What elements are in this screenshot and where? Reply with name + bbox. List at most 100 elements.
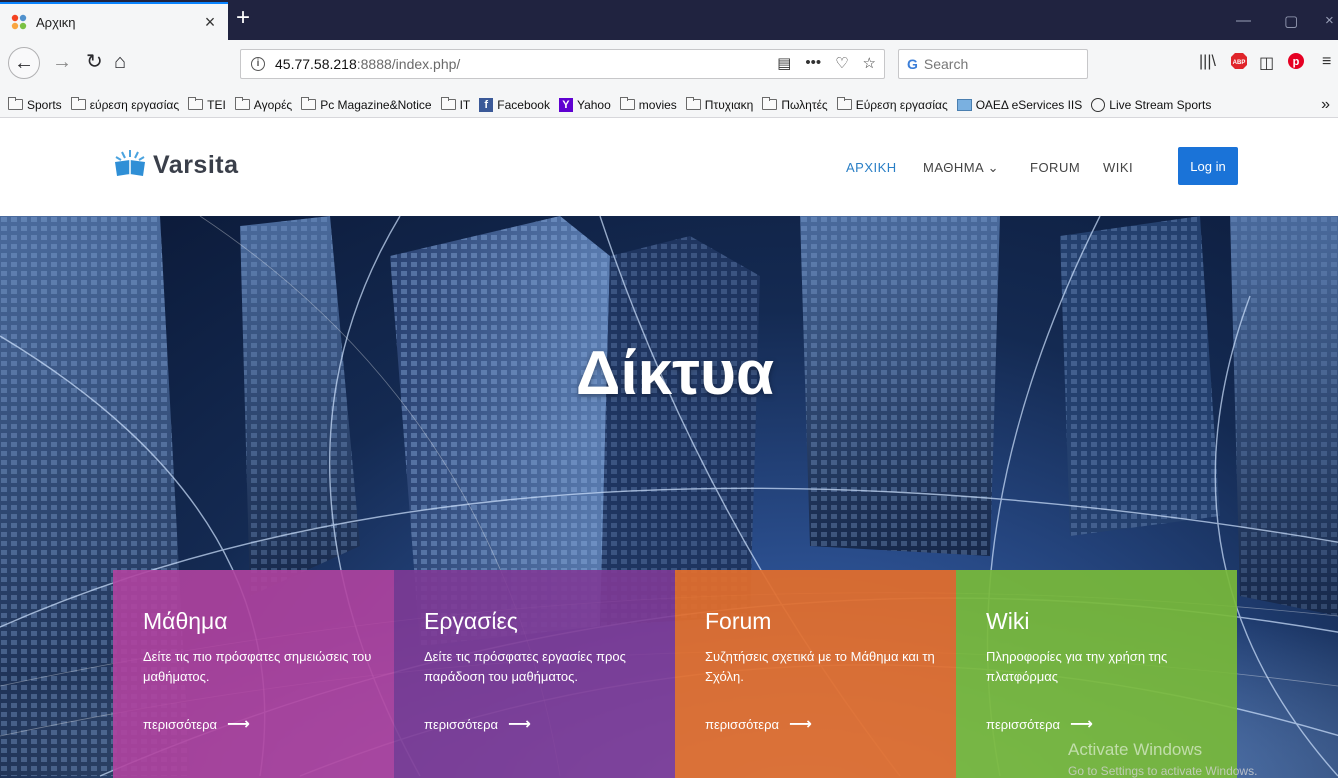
arrow-right-icon: ⟶ [788,716,812,733]
site-logo[interactable]: Varsita [113,148,239,183]
card-title: Μάθημα [143,608,228,634]
arrow-right-icon: ⟶ [507,716,531,733]
url-path: :8888/index.php/ [356,56,461,72]
bookmark-label: Pc Magazine&Notice [320,97,432,112]
card-text: Δείτε τις πρόσφατες εργασίες προς παράδο… [424,649,626,684]
logo-text: Varsita [153,151,239,179]
bookmark-item[interactable]: movies [619,97,677,112]
nav-course[interactable]: ΜΑΘΗΜΑ ⌄ [923,160,999,176]
folder-icon [234,97,250,110]
page-icon [956,98,972,111]
activate-windows-title: Activate Windows [1068,740,1203,759]
home-icon[interactable]: ⌂ [114,51,126,73]
page-actions-icon[interactable]: ••• [805,54,821,72]
maximize-icon[interactable]: ▢ [1284,12,1298,30]
hero-banner: Δίκτυα Μάθημα Δείτε τις πιο πρόσφατες ση… [0,216,1338,778]
bookmark-item[interactable]: Pc Magazine&Notice [301,97,432,112]
card-more-link[interactable]: περισσότερα ⟶ [705,714,812,734]
bookmark-label: IT [459,97,471,112]
card-more-link[interactable]: περισσότερα ⟶ [986,714,1093,734]
url-bar[interactable]: i 45.77.58.218:8888/index.php/ ▤ ••• ♡ ☆ [240,49,885,79]
folder-icon [685,97,701,110]
facebook-icon: f [479,97,494,112]
bookmark-item[interactable]: IT [440,97,471,112]
bookmark-label: Facebook [497,97,550,112]
yahoo-icon: Y [558,97,573,112]
svg-text:p: p [1293,56,1300,68]
bookmark-label: Αγορές [253,97,293,112]
back-arrow-icon[interactable]: ← [8,47,40,79]
bookmark-star-icon[interactable]: ☆ [863,54,876,72]
adblock-icon[interactable]: ABP [1230,52,1248,75]
browser-tabstrip: Αρχικη × + — ▢ × [0,0,1338,40]
browser-toolbar: ← → ↻ ⌂ i 45.77.58.218:8888/index.php/ ▤… [0,40,1338,92]
card-title: Εργασίες [424,608,518,634]
folder-icon [836,97,852,110]
card-title: Forum [705,608,772,634]
folder-icon [188,97,204,110]
bookmark-item[interactable]: Πωλητές [762,97,828,112]
card-text: Δείτε τις πιο πρόσφατες σημειώσεις του μ… [143,649,372,684]
arrow-right-icon: ⟶ [1069,716,1093,733]
tab-title: Αρχικη [36,14,76,30]
bookmarks-bar: Sports εύρεση εργασίας TEI Αγορές Pc Mag… [0,92,1338,118]
bookmark-item[interactable]: Πτυχιακη [685,97,753,112]
more-label: περισσότερα [986,716,1060,732]
bookmark-label: Πωλητές [781,97,828,112]
forward-arrow-icon[interactable]: → [52,51,72,73]
card-forum: Forum Συζητήσεις σχετικά με το Μάθημα κα… [675,570,956,778]
new-tab-icon[interactable]: + [236,6,250,30]
bookmark-item[interactable]: Sports [8,97,62,112]
folder-icon [70,97,86,110]
bookmark-item[interactable]: εύρεση εργασίας [70,97,180,112]
bookmark-item[interactable]: Live Stream Sports [1091,97,1211,112]
joomla-favicon-icon [10,13,28,31]
bookmark-label: TEI [207,97,226,112]
card-text: Πληροφορίες για την χρήση της πλατφόρμας [986,649,1168,684]
reload-icon[interactable]: ↻ [86,51,103,73]
minimize-icon[interactable]: — [1236,12,1251,29]
tab-close-icon[interactable]: × [202,12,218,33]
menu-icon[interactable]: ≡ [1322,53,1331,71]
bookmark-item[interactable]: ΟΑΕΔ eServices IIS [956,98,1082,112]
bookmark-label: εύρεση εργασίας [89,97,180,112]
arrow-right-icon: ⟶ [226,716,250,733]
window-close-icon[interactable]: × [1325,12,1334,29]
bookmark-label: movies [638,97,677,112]
reader-view-icon[interactable]: ▤ [777,54,791,72]
activate-windows-sub: Go to Settings to activate Windows. [1068,764,1258,778]
bookmark-label: Yahoo [576,97,611,112]
site-info-icon[interactable]: i [251,57,265,71]
bookmark-item[interactable]: Y Yahoo [558,97,611,112]
nav-forum[interactable]: FORUM [1030,160,1080,175]
nav-wiki[interactable]: WIKI [1103,160,1133,175]
sidebar-icon[interactable]: ◫ [1259,53,1274,73]
nav-home[interactable]: ΑΡΧΙΚΗ [846,160,897,175]
folder-icon [440,97,456,110]
folder-icon [762,97,778,110]
bookmark-item[interactable]: Αγορές [234,97,293,112]
search-input[interactable]: G Search [898,49,1088,79]
card-course: Μάθημα Δείτε τις πιο πρόσφατες σημειώσει… [113,570,394,778]
bookmark-item[interactable]: f Facebook [479,97,550,112]
card-more-link[interactable]: περισσότερα ⟶ [143,714,250,734]
logo-icon [113,148,147,183]
login-button[interactable]: Log in [1178,147,1238,185]
more-label: περισσότερα [705,716,779,732]
pinterest-icon[interactable]: p [1287,52,1305,75]
bookmark-item[interactable]: Εύρεση εργασίας [836,97,948,112]
globe-icon [1091,97,1106,112]
folder-icon [619,97,635,110]
search-placeholder: Search [923,56,969,72]
card-assignments: Εργασίες Δείτε τις πρόσφατες εργασίες πρ… [394,570,675,778]
search-engine-icon[interactable]: G [907,56,918,72]
library-icon[interactable]: |||\ [1199,53,1216,71]
bookmark-item[interactable]: TEI [188,97,226,112]
browser-tab-active[interactable]: Αρχικη × [0,2,228,40]
bookmarks-overflow-icon[interactable]: » [1321,96,1330,114]
card-more-link[interactable]: περισσότερα ⟶ [424,714,531,734]
pocket-icon[interactable]: ♡ [835,54,848,72]
svg-text:ABP: ABP [1233,60,1246,66]
chevron-down-icon: ⌄ [987,160,1000,175]
folder-icon [301,97,317,110]
